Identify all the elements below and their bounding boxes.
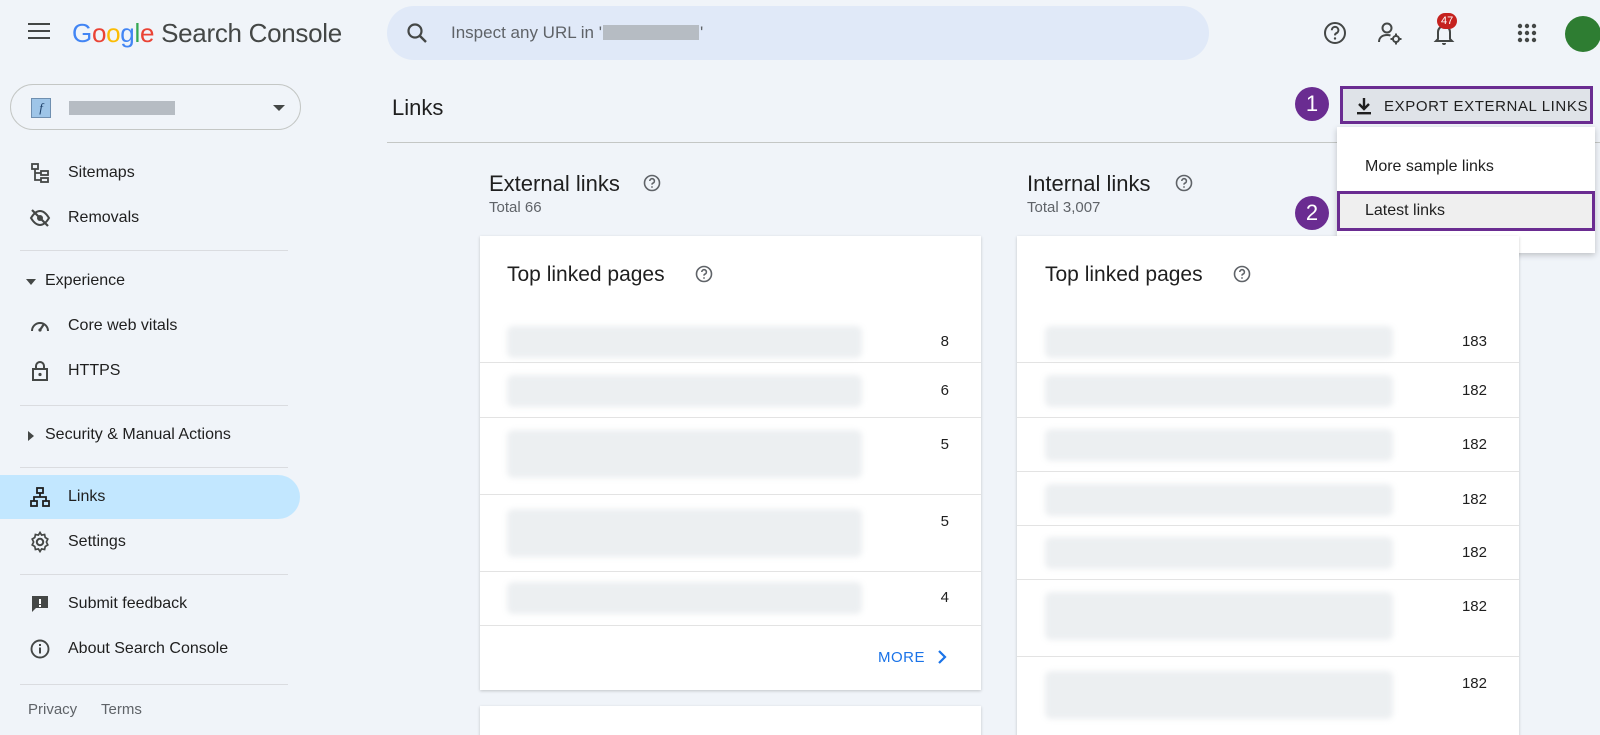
table-row[interactable]: 5 [480, 494, 981, 571]
section-label: Experience [45, 272, 126, 289]
redacted-domain [602, 25, 699, 40]
chevron-right-icon [938, 650, 947, 664]
blurred-url [1045, 326, 1393, 358]
links-icon [30, 487, 50, 507]
table-row[interactable]: 5 [480, 417, 981, 494]
expand-arrow-icon [28, 431, 34, 441]
internal-links-title: Internal links [1027, 171, 1151, 196]
table-row[interactable]: 182 [1017, 579, 1519, 656]
internal-top-linked-pages-card: Top linked pages 183 182 182 182 182 182… [1017, 236, 1519, 735]
apps-grid-icon[interactable] [1512, 18, 1542, 48]
sidebar-item-label: Submit feedback [68, 595, 188, 612]
info-icon [30, 639, 50, 659]
external-next-card [480, 706, 981, 735]
table-divider [480, 625, 981, 626]
search-placeholder: Inspect any URL in ' ' [451, 23, 704, 42]
external-top-linked-pages-card: Top linked pages 8 6 5 5 4 MORE [480, 236, 981, 690]
search-icon [407, 23, 427, 43]
section-label: Security & Manual Actions [45, 426, 231, 443]
property-selector[interactable]: f [10, 84, 301, 130]
redacted-property-name [69, 101, 175, 115]
menu-item-more-sample-links[interactable]: More sample links [1337, 147, 1595, 187]
step-marker-1: 1 [1295, 87, 1329, 121]
sidebar-item-label: Core web vitals [68, 317, 178, 334]
sidebar-item-core-web-vitals[interactable]: Core web vitals [0, 304, 300, 348]
sidebar-divider [20, 405, 288, 406]
table-row[interactable]: 182 [1017, 417, 1519, 471]
eye-off-icon [29, 209, 51, 227]
help-icon[interactable] [642, 173, 662, 193]
lock-icon [32, 361, 48, 381]
notification-count-badge: 47 [1437, 13, 1458, 29]
internal-links-total: Total 3,007 [1027, 199, 1101, 216]
table-row[interactable]: 4 [480, 571, 981, 625]
sidebar-divider [20, 250, 288, 251]
sidebar-item-label: About Search Console [68, 640, 229, 657]
blurred-url [1045, 537, 1393, 569]
top-app-bar: Google Search Console Inspect any URL in … [0, 0, 1600, 66]
sidebar-item-label: Sitemaps [68, 164, 135, 181]
blurred-url [1045, 592, 1393, 640]
sidebar-item-sitemaps[interactable]: Sitemaps [0, 151, 300, 195]
step-marker-2: 2 [1295, 196, 1329, 230]
export-button-label: EXPORT EXTERNAL LINKS [1384, 98, 1589, 115]
dropdown-arrow-icon [273, 105, 285, 111]
sidebar-divider [20, 574, 288, 575]
card-title: Top linked pages [1045, 263, 1203, 286]
search-console-logo[interactable]: Google Search Console [72, 18, 342, 49]
table-row[interactable]: 182 [1017, 656, 1519, 735]
sidebar-item-label: HTTPS [68, 362, 121, 379]
table-row[interactable]: 182 [1017, 362, 1519, 417]
sidebar-item-removals[interactable]: Removals [0, 196, 300, 240]
url-inspection-search-input[interactable]: Inspect any URL in ' ' [387, 6, 1209, 60]
terms-link[interactable]: Terms [101, 701, 142, 718]
sitemap-icon [31, 163, 49, 183]
help-icon[interactable] [1174, 173, 1194, 193]
property-favicon-icon: f [31, 98, 51, 118]
sidebar-divider [20, 684, 288, 685]
collapse-arrow-icon [26, 279, 36, 285]
sidebar-divider [20, 467, 288, 468]
blurred-url [1045, 671, 1393, 719]
menu-item-latest-links[interactable]: Latest links [1337, 191, 1595, 231]
account-avatar[interactable] [1565, 16, 1600, 52]
blurred-url [507, 430, 862, 478]
card-title: Top linked pages [507, 263, 665, 286]
help-icon[interactable] [694, 264, 714, 284]
speed-icon [31, 322, 49, 332]
external-links-title: External links [489, 171, 620, 196]
sidebar-item-submit-feedback[interactable]: Submit feedback [0, 582, 300, 626]
user-settings-icon[interactable] [1375, 18, 1405, 48]
export-dropdown-menu: More sample links Latest links [1337, 127, 1595, 253]
blurred-url [1045, 484, 1393, 516]
sidebar-item-about-search-console[interactable]: About Search Console [0, 627, 300, 671]
table-row[interactable]: 6 [480, 362, 981, 417]
sidebar-item-label: Links [68, 488, 106, 505]
page-title: Links [392, 95, 444, 120]
external-links-total: Total 66 [489, 199, 542, 216]
table-row[interactable]: 182 [1017, 525, 1519, 579]
sidebar-item-settings[interactable]: Settings [0, 520, 300, 564]
privacy-link[interactable]: Privacy [28, 701, 77, 718]
download-icon [1357, 98, 1371, 115]
sidebar-item-label: Removals [68, 209, 140, 226]
hamburger-menu-icon[interactable] [24, 18, 54, 48]
sidebar-item-label: Settings [68, 533, 126, 550]
more-button[interactable]: MORE [878, 649, 949, 666]
sidebar-item-https[interactable]: HTTPS [0, 349, 300, 393]
blurred-url [507, 509, 862, 557]
blurred-url [1045, 375, 1393, 407]
blurred-url [1045, 429, 1393, 461]
feedback-icon [32, 596, 48, 612]
blurred-url [507, 375, 862, 407]
export-external-links-button[interactable]: EXPORT EXTERNAL LINKS [1340, 86, 1593, 124]
help-icon[interactable] [1320, 18, 1350, 48]
sidebar-item-links[interactable]: Links [0, 475, 300, 519]
blurred-url [507, 326, 862, 358]
help-icon[interactable] [1232, 264, 1252, 284]
blurred-url [507, 582, 862, 614]
table-row[interactable]: 182 [1017, 471, 1519, 525]
gear-icon [31, 531, 49, 553]
